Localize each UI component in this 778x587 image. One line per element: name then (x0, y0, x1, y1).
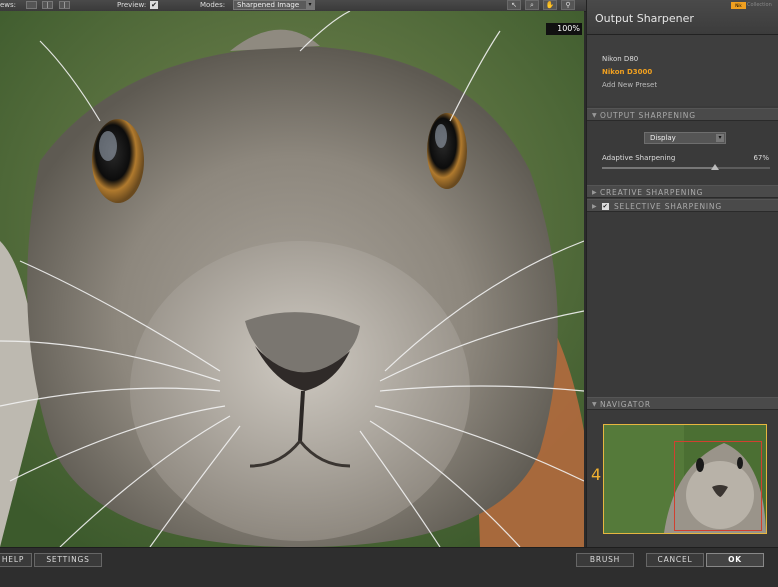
navigator-number: 4 (591, 465, 602, 484)
pointer-icon[interactable]: ↖ (507, 0, 521, 10)
panel-header: Output Sharpener Nik Collection (587, 0, 778, 35)
slider-fill (602, 167, 715, 169)
adaptive-sharpening-value: 67% (753, 154, 769, 162)
modes-label: Modes: (200, 1, 226, 9)
adaptive-sharpening-label: Adaptive Sharpening (602, 154, 676, 162)
navigator-header[interactable]: ▼ NAVIGATOR (587, 397, 778, 410)
output-sharpening-header[interactable]: ▼ OUTPUT SHARPENING (587, 108, 778, 121)
expand-triangle-icon: ▶ (592, 189, 598, 196)
selective-sharpening-header[interactable]: ▶ ✔ SELECTIVE SHARPENING (587, 199, 778, 212)
cancel-button[interactable]: CANCEL (646, 553, 704, 567)
split-view-button[interactable] (42, 1, 53, 9)
collapse-triangle-icon: ▼ (592, 401, 598, 408)
bottom-bar: HELP SETTINGS BRUSH CANCEL OK (0, 547, 778, 587)
hare-photo (0, 11, 584, 547)
slider-thumb[interactable] (710, 164, 719, 170)
hand-icon[interactable]: ✋ (543, 0, 557, 10)
ok-button[interactable]: OK (706, 553, 764, 567)
collapse-triangle-icon: ▼ (592, 112, 598, 119)
side-by-side-view-button[interactable] (59, 1, 70, 9)
preview-label: Preview: (117, 1, 147, 9)
modes-select[interactable]: Sharpened Image ▾ (233, 0, 315, 10)
chevron-down-icon: ▾ (306, 1, 314, 9)
creative-sharpening-header[interactable]: ▶ CREATIVE SHARPENING (587, 185, 778, 198)
output-type-value: Display (650, 134, 676, 142)
preset-list: Nikon D80 Nikon D3000 Add New Preset (587, 35, 778, 106)
settings-button[interactable]: SETTINGS (34, 553, 102, 567)
side-panel: Output Sharpener Nik Collection Nikon D8… (586, 0, 778, 547)
preview-checkbox[interactable]: ✔ (150, 1, 158, 9)
chevron-down-icon: ▾ (716, 134, 724, 142)
single-view-button[interactable] (26, 1, 37, 9)
views-label: ews: (0, 1, 17, 9)
expand-triangle-icon: ▶ (592, 203, 598, 210)
brush-button[interactable]: BRUSH (576, 553, 634, 567)
dropper-icon[interactable]: ⚲ (561, 0, 575, 10)
selective-sharpening-checkbox[interactable]: ✔ (602, 203, 609, 210)
logo-badge: Nik (731, 2, 746, 9)
add-new-preset-link[interactable]: Add New Preset (602, 81, 657, 89)
preset-item-nikon-d80[interactable]: Nikon D80 (602, 55, 638, 63)
help-button[interactable]: HELP (0, 553, 32, 567)
navigator-thumbnail[interactable] (603, 424, 767, 534)
preset-item-nikon-d3000[interactable]: Nikon D3000 (602, 68, 652, 76)
nik-collection-logo: Nik Collection (731, 0, 777, 10)
zoom-icon[interactable]: ⌕ (525, 0, 539, 10)
output-type-dropdown[interactable]: Display ▾ (644, 132, 726, 144)
preview-image-area[interactable]: 100% (0, 11, 584, 547)
logo-text: Collection (747, 2, 772, 8)
modes-select-value: Sharpened Image (237, 1, 300, 9)
panel-title: Output Sharpener (595, 12, 694, 25)
zoom-level[interactable]: 100% (546, 23, 582, 35)
adaptive-sharpening-slider[interactable] (602, 164, 770, 170)
navigator-view-rectangle[interactable] (674, 441, 762, 531)
